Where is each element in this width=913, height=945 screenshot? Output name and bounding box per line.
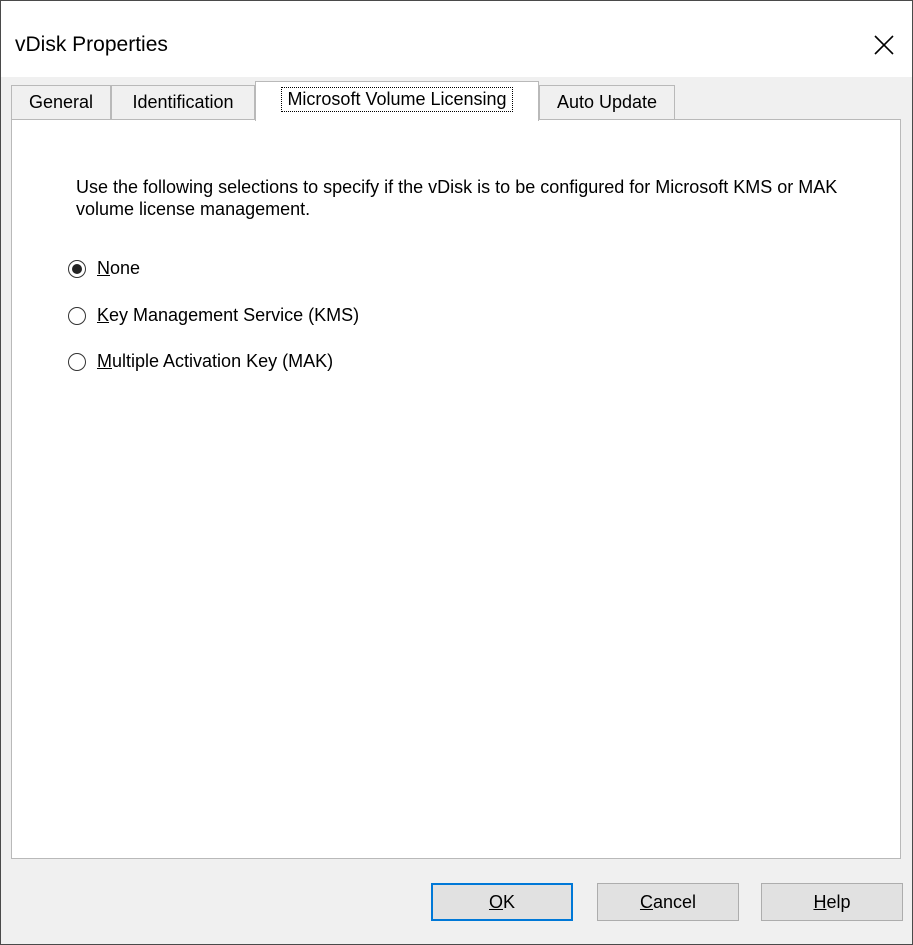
close-button[interactable] <box>856 21 912 69</box>
title-bar: vDisk Properties <box>1 1 912 77</box>
tab-label: Auto Update <box>556 92 658 112</box>
tab-auto-update[interactable]: Auto Update <box>539 85 675 119</box>
tab-label: General <box>28 92 94 112</box>
tab-label: Identification <box>132 92 234 112</box>
tab-microsoft-volume-licensing[interactable]: Microsoft Volume Licensing <box>255 81 539 121</box>
licensing-description: Use the following selections to specify … <box>76 177 838 219</box>
radio-label: Multiple Activation Key (MAK) <box>97 351 334 371</box>
tab-label: Microsoft Volume Licensing <box>281 87 513 112</box>
cancel-button[interactable]: Cancel <box>597 883 739 921</box>
radio-button[interactable] <box>68 306 86 325</box>
radio-option-mak[interactable]: Multiple Activation Key (MAK) <box>68 351 333 372</box>
vdisk-properties-dialog: vDisk Properties General Identification … <box>0 0 913 945</box>
tab-general[interactable]: General <box>11 85 111 119</box>
radio-option-none[interactable]: None <box>68 258 140 279</box>
tab-strip: General Identification Microsoft Volume … <box>11 81 901 121</box>
radio-button[interactable] <box>68 352 86 371</box>
close-icon <box>874 35 894 55</box>
help-button[interactable]: Help <box>761 883 903 921</box>
radio-label: None <box>97 258 141 278</box>
radio-option-kms[interactable]: Key Management Service (KMS) <box>68 305 359 326</box>
radio-label: Key Management Service (KMS) <box>97 305 360 325</box>
window-title: vDisk Properties <box>15 33 168 56</box>
ok-button[interactable]: OK <box>431 883 573 921</box>
radio-button[interactable] <box>68 259 86 278</box>
tab-identification[interactable]: Identification <box>111 85 255 119</box>
tab-panel: Use the following selections to specify … <box>11 119 901 859</box>
radio-selected-dot <box>72 263 82 274</box>
